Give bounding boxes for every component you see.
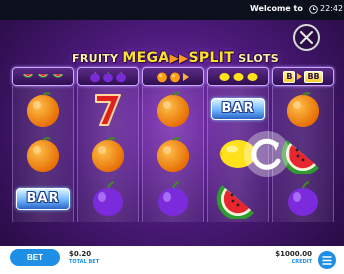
bar-symbol: BAR: [13, 176, 73, 221]
plum-icon: [158, 180, 188, 216]
bar-symbol-double: BB: [304, 70, 323, 83]
game-logo: FRUITY MEGA▶▶SPLIT SLOTS: [72, 50, 280, 68]
lemon-icon: [232, 72, 244, 81]
watermelon-icon: [208, 176, 268, 221]
strip-cell-orange: [142, 67, 204, 86]
credit-value: $1000.00: [275, 250, 312, 258]
orange-icon: [27, 91, 59, 127]
clock-time: 22:42: [320, 4, 344, 13]
seven-icon: [78, 86, 138, 131]
reel-3: [142, 86, 204, 222]
orange-icon: [157, 136, 189, 172]
seven-icon: [95, 93, 121, 126]
plum-icon: [93, 180, 123, 216]
orange-icon: [143, 131, 203, 176]
menu-button[interactable]: [318, 251, 336, 269]
orange-icon: [170, 72, 180, 82]
plum-icon: [78, 176, 138, 221]
strip-cell-watermelon: [12, 67, 74, 86]
watermelon-icon: [22, 73, 34, 78]
arrow-right-icon: [297, 73, 303, 80]
reel-2: [77, 86, 139, 222]
game-screen: Welcome to Fru 22:42 FRUITY MEGA▶▶SPLIT …: [0, 0, 344, 274]
arrow-right-icon: [183, 72, 189, 81]
orange-icon: [157, 72, 167, 82]
reel-1: BAR: [12, 86, 74, 222]
bottom-bar: BET $0.20 TOTAL BET $1000.00 CREDIT: [0, 246, 344, 274]
orange-icon: [157, 91, 189, 127]
split-symbol-strip: B BB: [11, 67, 334, 86]
status-bar: Welcome to Fru 22:42: [0, 0, 344, 20]
bar-tile: BAR: [16, 187, 70, 210]
plum-icon: [90, 70, 100, 82]
welcome-text: Welcome to Fru: [250, 4, 305, 13]
lemon-icon: [218, 72, 230, 81]
orange-icon: [13, 86, 73, 131]
loading-spinner: [244, 131, 290, 177]
close-button[interactable]: [293, 24, 320, 51]
logo-split: SPLIT: [188, 50, 235, 66]
bar-tile: BAR: [211, 97, 265, 120]
orange-icon: [92, 136, 124, 172]
refresh-icon: [251, 138, 281, 170]
orange-icon: [13, 131, 73, 176]
logo-arrows: ▶▶: [169, 51, 189, 65]
bar-label: BAR: [26, 191, 60, 206]
plum-icon: [273, 176, 333, 221]
orange-icon: [78, 131, 138, 176]
orange-icon: [273, 86, 333, 131]
clock-icon: [309, 5, 318, 14]
bet-button[interactable]: BET: [10, 249, 60, 266]
strip-cell-bar: B BB: [272, 67, 334, 86]
orange-icon: [27, 136, 59, 172]
hamburger-menu-icon: [322, 255, 332, 265]
credit-label: CREDIT: [291, 259, 312, 265]
strip-cell-plum: [77, 67, 139, 86]
plum-icon: [288, 180, 318, 216]
logo-mega: MEGA: [122, 50, 170, 66]
orange-icon: [287, 91, 319, 127]
strip-cell-lemon: [207, 67, 269, 86]
bar-label: BAR: [221, 101, 255, 116]
plum-icon: [143, 176, 203, 221]
logo-fruity: FRUITY: [72, 52, 119, 65]
total-bet-label: TOTAL BET: [69, 259, 100, 265]
close-icon: [300, 31, 313, 44]
logo-slots: SLOTS: [238, 52, 280, 65]
watermelon-icon: [52, 73, 64, 78]
bar-symbol: BAR: [208, 86, 268, 131]
watermelon-icon: [216, 184, 254, 219]
bar-symbol-single: B: [283, 70, 296, 83]
watermelon-icon: [37, 73, 49, 78]
total-bet-value: $0.20: [69, 250, 92, 258]
plum-icon: [116, 70, 126, 82]
plum-icon: [103, 70, 113, 82]
lemon-icon: [246, 72, 258, 81]
orange-icon: [143, 86, 203, 131]
